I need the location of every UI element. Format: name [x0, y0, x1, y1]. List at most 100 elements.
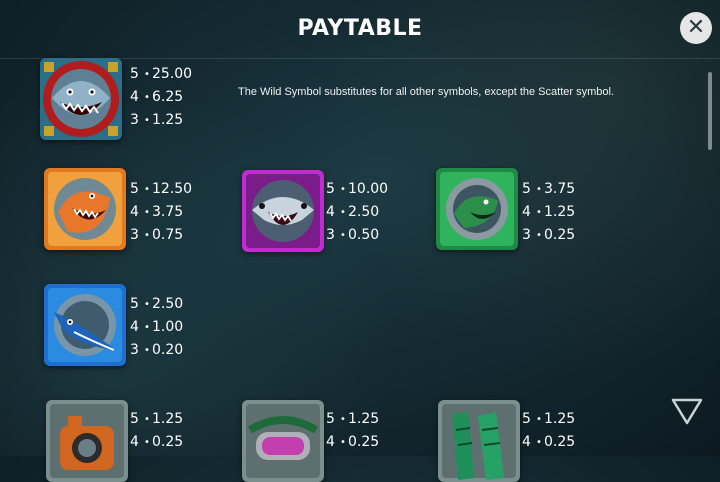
wild-description: The Wild Symbol substitutes for all othe…	[238, 86, 614, 98]
pay-row: 5 • 3.75	[522, 178, 575, 201]
match-count: 5	[326, 411, 335, 427]
pay-row: 4 • 0.25	[130, 431, 183, 454]
pay-row: 4 • 2.50	[326, 201, 388, 224]
pay-row: 3 • 0.50	[326, 224, 388, 247]
mask-paytable: 5 • 1.25 4 • 0.25	[326, 408, 379, 454]
separator-dot: •	[340, 230, 346, 241]
separator-dot: •	[340, 414, 346, 425]
scroll-down-icon[interactable]	[670, 396, 704, 426]
payout-value: 3.75	[152, 204, 184, 220]
orange-shark-paytable: 5 • 12.50 4 • 3.75 3 • 0.75	[130, 178, 192, 247]
match-count: 4	[326, 434, 335, 450]
diving-mask-icon	[242, 400, 324, 482]
payout-value: 1.25	[544, 204, 576, 220]
separator-dot: •	[144, 345, 150, 356]
separator-dot: •	[536, 184, 542, 195]
orange-shark-symbol	[44, 168, 126, 250]
pay-row: 4 • 0.25	[326, 431, 379, 454]
match-count: 3	[522, 227, 531, 243]
payout-value: 0.25	[544, 434, 576, 450]
separator-dot: •	[536, 207, 542, 218]
payout-value: 6.25	[152, 89, 184, 105]
separator-dot: •	[144, 230, 150, 241]
separator-dot: •	[340, 437, 346, 448]
green-shark-symbol	[436, 168, 518, 250]
payout-value: 25.00	[152, 66, 193, 82]
match-count: 5	[130, 66, 139, 82]
separator-dot: •	[144, 92, 150, 103]
orange-shark-icon	[44, 168, 126, 250]
payout-value: 0.75	[152, 227, 184, 243]
separator-dot: •	[536, 230, 542, 241]
payout-value: 2.50	[152, 296, 184, 312]
match-count: 3	[326, 227, 335, 243]
payout-value: 0.20	[152, 342, 184, 358]
blue-swordfish-symbol	[44, 284, 126, 366]
camera-symbol	[46, 400, 128, 482]
blue-swordfish-paytable: 5 • 2.50 4 • 1.00 3 • 0.20	[130, 293, 183, 362]
pay-row: 5 • 10.00	[326, 178, 388, 201]
separator-dot: •	[144, 437, 150, 448]
match-count: 4	[130, 434, 139, 450]
payout-value: 1.00	[152, 319, 184, 335]
purple-shark-icon	[242, 170, 324, 252]
pay-row: 5 • 1.25	[130, 408, 183, 431]
separator-dot: •	[144, 115, 150, 126]
pay-row: 3 • 0.75	[130, 224, 192, 247]
match-count: 5	[130, 181, 139, 197]
pay-row: 4 • 3.75	[130, 201, 192, 224]
payout-value: 1.25	[544, 411, 576, 427]
pay-row: 5 • 25.00	[130, 63, 192, 86]
green-shark-paytable: 5 • 3.75 4 • 1.25 3 • 0.25	[522, 178, 575, 247]
match-count: 5	[522, 181, 531, 197]
pay-row: 4 • 1.25	[522, 201, 575, 224]
payout-value: 0.25	[348, 434, 380, 450]
payout-value: 0.50	[348, 227, 380, 243]
match-count: 3	[130, 112, 139, 128]
pay-row: 5 • 12.50	[130, 178, 192, 201]
green-shark-icon	[436, 168, 518, 250]
payout-value: 12.50	[152, 181, 193, 197]
match-count: 4	[522, 204, 531, 220]
separator-dot: •	[536, 437, 542, 448]
match-count: 5	[130, 296, 139, 312]
match-count: 4	[326, 204, 335, 220]
payout-value: 1.25	[348, 411, 380, 427]
wild-symbol	[40, 58, 122, 140]
pay-row: 4 • 0.25	[522, 431, 575, 454]
match-count: 5	[130, 411, 139, 427]
pay-row: 5 • 2.50	[130, 293, 183, 316]
flippers-paytable: 5 • 1.25 4 • 0.25	[522, 408, 575, 454]
camera-paytable: 5 • 1.25 4 • 0.25	[130, 408, 183, 454]
page-title: PAYTABLE	[297, 16, 423, 41]
separator-dot: •	[340, 184, 346, 195]
pay-row: 4 • 6.25	[130, 86, 192, 109]
separator-dot: •	[144, 207, 150, 218]
match-count: 4	[130, 319, 139, 335]
match-count: 5	[522, 411, 531, 427]
payout-value: 1.25	[152, 112, 184, 128]
match-count: 3	[130, 227, 139, 243]
flippers-icon	[438, 400, 520, 482]
separator-dot: •	[144, 69, 150, 80]
match-count: 4	[130, 204, 139, 220]
scrollbar[interactable]	[708, 72, 712, 150]
separator-dot: •	[144, 414, 150, 425]
separator-dot: •	[340, 207, 346, 218]
pay-row: 3 • 1.25	[130, 109, 192, 132]
payout-value: 0.25	[152, 434, 184, 450]
wild-shark-icon	[40, 58, 122, 140]
separator-dot: •	[144, 299, 150, 310]
blue-swordfish-icon	[44, 284, 126, 366]
purple-shark-symbol	[242, 170, 324, 252]
close-button[interactable]: ✕	[680, 12, 712, 44]
pay-row: 5 • 1.25	[326, 408, 379, 431]
payout-value: 0.25	[544, 227, 576, 243]
payout-value: 3.75	[544, 181, 576, 197]
pay-row: 3 • 0.20	[130, 339, 183, 362]
separator-dot: •	[144, 322, 150, 333]
match-count: 4	[130, 89, 139, 105]
separator-dot: •	[536, 414, 542, 425]
underwater-camera-icon	[46, 400, 128, 482]
pay-row: 5 • 1.25	[522, 408, 575, 431]
